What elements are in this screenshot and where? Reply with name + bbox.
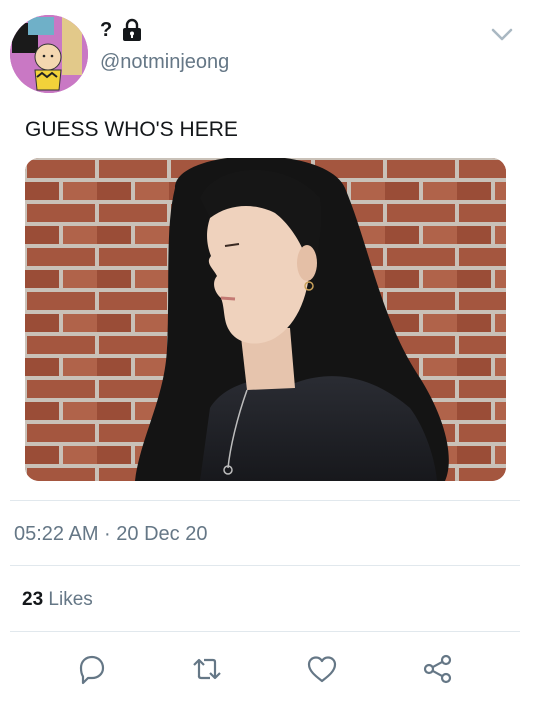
avatar-image [10, 15, 88, 93]
tweet-timestamp[interactable]: 05:22 AM · 20 Dec 20 [14, 523, 207, 546]
reply-button[interactable] [75, 652, 109, 686]
heart-icon [307, 656, 337, 683]
user-handle[interactable]: @notminjeong [100, 51, 229, 74]
tweet-text: GUESS WHO'S HERE [25, 118, 238, 141]
display-name-row[interactable]: ? [100, 18, 144, 42]
likes-number: 23 [22, 589, 44, 610]
lock-icon [120, 18, 144, 42]
share-button[interactable] [421, 652, 455, 686]
reply-icon [79, 655, 105, 685]
likes-count[interactable]: 23 Likes [22, 589, 93, 611]
chevron-down-icon[interactable] [489, 24, 515, 46]
tweet-photo[interactable] [25, 158, 506, 481]
retweet-button[interactable] [190, 652, 224, 686]
display-name[interactable]: ? [100, 19, 112, 42]
retweet-icon [193, 658, 221, 680]
like-button[interactable] [305, 652, 339, 686]
divider [10, 565, 520, 566]
avatar[interactable] [10, 15, 88, 93]
share-icon [423, 654, 452, 684]
divider [10, 631, 520, 632]
divider [10, 500, 520, 501]
likes-label: Likes [48, 589, 93, 610]
